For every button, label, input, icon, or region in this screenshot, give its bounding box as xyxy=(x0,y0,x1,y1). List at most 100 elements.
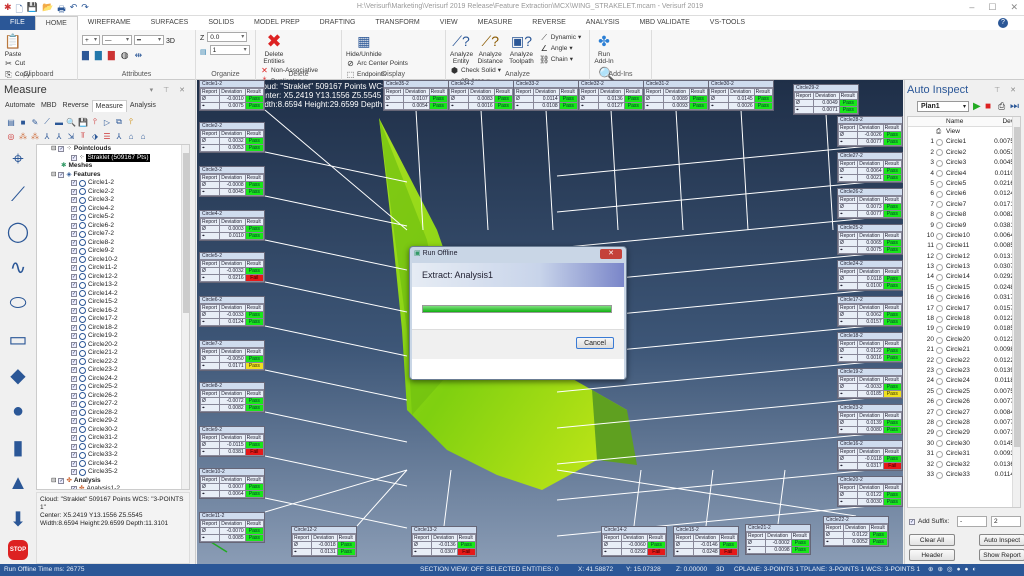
radio-icon[interactable] xyxy=(936,398,943,406)
radio-icon[interactable] xyxy=(936,170,943,178)
radio-icon[interactable] xyxy=(936,284,943,292)
tree-node-features[interactable]: ⊟ ✓ ◈ Features xyxy=(37,171,189,180)
grid-row[interactable]: 12 Circle12 0.0131 xyxy=(908,252,1020,262)
checkbox[interactable]: ✓ xyxy=(71,180,77,187)
add-plan-icon[interactable]: ⎙ xyxy=(998,101,1005,112)
grid-row[interactable]: 17 Circle17 0.0157 xyxy=(908,304,1020,314)
tree-node-circle[interactable]: ✓ Circle29-2 xyxy=(37,417,189,426)
play-icon[interactable]: ▷ xyxy=(102,117,112,127)
tree-node-circle[interactable]: ✓ Circle23-2 xyxy=(37,366,189,375)
checkbox[interactable]: ✓ xyxy=(71,443,77,450)
close-button[interactable]: ✕ xyxy=(1010,2,1018,13)
tree-node-analysis[interactable]: ⊟ ✓ ✤ Analysis xyxy=(37,477,189,486)
grid-row[interactable]: 9 Circle9 0.0381 xyxy=(908,221,1020,231)
radio-icon[interactable] xyxy=(936,253,943,261)
radio-icon[interactable] xyxy=(936,336,943,344)
color-icon[interactable]: ▇ xyxy=(82,50,89,61)
inspection-card[interactable]: Circle10-2 Report Deviation Result Ø 0.0007 Pa… xyxy=(199,468,265,499)
analyze-distance-button[interactable]: ⟋? Analyze Distance xyxy=(477,32,503,66)
show-report-button[interactable]: Show Report xyxy=(979,549,1024,561)
line-tool-icon[interactable]: ⟋ xyxy=(6,180,30,210)
coord-icon[interactable]: ⅄ xyxy=(114,131,124,141)
display-icon[interactable]: ▬ xyxy=(54,117,64,127)
tree-node-circle[interactable]: ✓ Circle35-2 xyxy=(37,468,189,477)
tab-vs-tools[interactable]: VS-TOOLS xyxy=(700,16,755,30)
suffix-separator-input[interactable]: - xyxy=(957,516,987,527)
checkbox[interactable]: ✓ xyxy=(71,418,77,425)
checkbox[interactable]: ✓ xyxy=(71,222,77,229)
tree-node-analysis-item[interactable]: ✓ ✤ Analysis1-2 xyxy=(37,485,189,489)
grid-row[interactable]: 5 Circle5 0.0216 xyxy=(908,179,1020,189)
device-icon[interactable]: ▤ xyxy=(6,117,16,127)
checkbox[interactable]: ✓ xyxy=(71,205,77,212)
tree-node-circle[interactable]: ✓ Circle4-2 xyxy=(37,205,189,214)
tab-measure[interactable]: Measure xyxy=(91,100,127,112)
radio-icon[interactable] xyxy=(936,315,943,323)
tree-node-circle[interactable]: ✓ Circle15-2 xyxy=(37,298,189,307)
dynamic-button[interactable]: ⟋ Dynamic ▾ xyxy=(540,32,581,43)
checkbox[interactable]: ✓ xyxy=(71,197,77,204)
grid-row[interactable]: 2 Circle2 0.0053 xyxy=(908,148,1020,158)
tab-reverse[interactable]: REVERSE xyxy=(522,16,575,30)
inspection-card[interactable]: Circle18-2 Report Deviation Result Ø 0.0122 Pa… xyxy=(837,332,903,363)
tag-icon[interactable]: ⬗ xyxy=(90,131,100,141)
radio-icon[interactable] xyxy=(936,450,943,458)
cone-tool-icon[interactable]: ▲ xyxy=(6,468,30,498)
inspection-card[interactable]: Circle35-2 Report Deviation Result Ø 0.0107 Pa… xyxy=(383,80,449,111)
radio-icon[interactable] xyxy=(936,367,943,375)
point-icon[interactable]: ⫯ xyxy=(90,117,100,127)
inspection-card[interactable]: Circle30-2 Report Deviation Result Ø 0.0145 Pa… xyxy=(708,80,774,111)
material-icon[interactable]: ◍ xyxy=(121,50,129,61)
axis-icon[interactable]: ⅄ xyxy=(42,131,52,141)
checkbox[interactable]: ✓ xyxy=(71,452,77,459)
grid-row[interactable]: 24 Circle24 0.0118 xyxy=(908,376,1020,386)
tab-wireframe[interactable]: WIREFRAME xyxy=(78,16,141,30)
grid-row[interactable]: 16 Circle16 0.0317 xyxy=(908,293,1020,303)
tree-node-circle[interactable]: ✓ Circle3-2 xyxy=(37,196,189,205)
inspection-card[interactable]: Circle9-2 Report Deviation Result Ø -0.0115 Pa… xyxy=(199,426,265,457)
tree-node-circle[interactable]: ✓ Circle20-2 xyxy=(37,341,189,350)
hide-unhide-button[interactable]: ▦ Hide/Unhide xyxy=(346,32,382,59)
grid-row[interactable]: 19 Circle19 0.0185 xyxy=(908,324,1020,334)
inspection-card[interactable]: Circle3-2 Report Deviation Result Ø -0.0008 Pa… xyxy=(199,166,265,197)
run-add-in-button[interactable]: ✤ Run Add-In xyxy=(594,32,614,66)
inspection-card[interactable]: Circle24-2 Report Deviation Result Ø 0.0118 Pa… xyxy=(837,260,903,291)
tab-measure[interactable]: MEASURE xyxy=(468,16,523,30)
tab-file[interactable]: FILE xyxy=(0,16,35,30)
col-dev[interactable]: Dev xyxy=(988,117,1014,126)
inspection-card[interactable]: Circle23-2 Report Deviation Result Ø 0.0139 Pa… xyxy=(837,404,903,435)
line-width-select[interactable]: ━ xyxy=(134,35,164,45)
radio-icon[interactable] xyxy=(936,409,943,417)
tree-node-circle[interactable]: ✓ Circle21-2 xyxy=(37,349,189,358)
radio-icon[interactable] xyxy=(936,419,943,427)
point-style-select[interactable]: + xyxy=(82,35,100,45)
tree-node-circle[interactable]: ✓ Circle32-2 xyxy=(37,443,189,452)
tab-automate[interactable]: Automate xyxy=(2,100,38,112)
checkbox[interactable]: ✓ xyxy=(71,358,77,365)
checkbox[interactable]: ✓ xyxy=(71,307,77,314)
panel-controls[interactable]: ▾ ⊤ ✕ xyxy=(150,86,189,94)
grid-row[interactable]: 11 Circle11 0.0085 xyxy=(908,241,1020,251)
inspection-card[interactable]: Circle12-2 Report Deviation Result Ø -0.0018 P… xyxy=(291,526,357,557)
inspection-card[interactable]: Circle11-2 Report Deviation Result Ø -0.0070 P… xyxy=(199,512,265,543)
radio-icon[interactable] xyxy=(936,294,943,302)
tree-scrollbar[interactable] xyxy=(181,145,189,489)
cloud-icon[interactable]: ⁂ xyxy=(18,131,28,141)
tree-node-meshes[interactable]: ✱ Meshes xyxy=(37,162,189,171)
tree-node-pointclouds[interactable]: ⊟ ✓ ⁘ Pointclouds xyxy=(37,145,189,154)
tree-node-circle[interactable]: ✓ Circle1-2 xyxy=(37,179,189,188)
inspection-card[interactable]: Circle4-2 Report Deviation Result Ø 0.0003 Pas… xyxy=(199,210,265,241)
target-icon[interactable]: ◎ xyxy=(6,131,16,141)
scatter-icon[interactable]: ⁂ xyxy=(30,131,40,141)
grid-row[interactable]: 31 Circle31 0.0093 xyxy=(908,449,1020,459)
checkbox[interactable]: ✓ xyxy=(71,333,77,340)
point-tool-icon[interactable]: ⌖ xyxy=(6,144,30,174)
help-icon[interactable]: ? xyxy=(998,18,1008,28)
analyze-entity-button[interactable]: ⟋? Analyze Entity xyxy=(450,32,473,66)
checkbox[interactable]: ✓ xyxy=(71,290,77,297)
tree-node-circle[interactable]: ✓ Circle30-2 xyxy=(37,426,189,435)
checkbox[interactable]: ✓ xyxy=(58,146,65,153)
grid-row[interactable]: 14 Circle14 0.0292 xyxy=(908,272,1020,282)
radio-icon[interactable] xyxy=(936,149,943,157)
step-icon[interactable]: ⏭ xyxy=(1010,101,1019,112)
